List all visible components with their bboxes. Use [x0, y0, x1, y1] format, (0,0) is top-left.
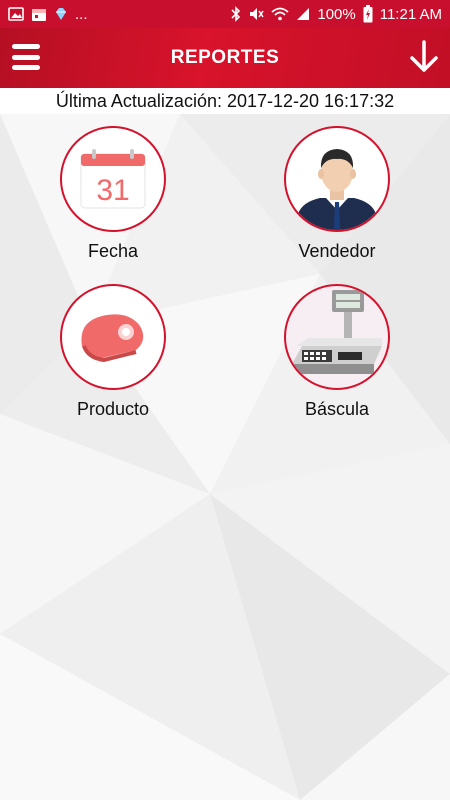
report-tile-vendedor[interactable]: Vendedor: [262, 126, 412, 262]
report-label-fecha: Fecha: [87, 241, 139, 261]
signal-icon: [297, 8, 310, 20]
clock: 11:21 AM: [379, 5, 442, 23]
report-tile-producto[interactable]: Producto: [38, 284, 188, 420]
download-arrow-icon[interactable]: [408, 40, 440, 74]
bascula-icon-circle: [284, 284, 390, 390]
reports-grid: 31 Fecha Vendedor Producto Báscula: [0, 114, 450, 800]
mute-icon: [250, 8, 264, 20]
wifi-icon: [271, 7, 289, 21]
report-label-bascula: Báscula: [304, 399, 370, 419]
meat-icon: [81, 314, 144, 363]
calendar-notification-icon: [32, 8, 46, 21]
report-label-producto: Producto: [76, 399, 150, 419]
last-update-text: Última Actualización: 2017-12-20 16:17:3…: [0, 88, 450, 114]
vendedor-icon-circle: [284, 126, 390, 232]
battery-charging-icon: [363, 5, 373, 23]
report-label-vendedor: Vendedor: [298, 241, 376, 261]
scale-icon: [292, 290, 382, 374]
page-title: REPORTES: [170, 47, 280, 68]
status-bar-left: ...: [8, 6, 88, 23]
battery-percent: 100%: [317, 5, 356, 23]
status-bar-right: 100% 11:21 AM: [231, 5, 442, 23]
report-tile-fecha[interactable]: 31 Fecha: [38, 126, 188, 262]
calendar-day: 31: [96, 174, 129, 207]
calendar-icon: 31: [80, 149, 146, 209]
salesperson-icon: [296, 149, 378, 230]
report-tile-bascula[interactable]: Báscula: [262, 284, 412, 420]
fecha-icon-circle: 31: [60, 126, 166, 232]
gem-notification-icon: [56, 8, 66, 20]
status-bar: ... 100% 11:21 AM: [0, 0, 450, 28]
bluetooth-icon: [231, 6, 241, 22]
more-notifications-text: ...: [75, 5, 88, 23]
gallery-notification-icon: [8, 7, 24, 21]
producto-icon-circle: [60, 284, 166, 390]
toolbar: REPORTES: [0, 28, 450, 88]
menu-icon[interactable]: [12, 44, 40, 70]
